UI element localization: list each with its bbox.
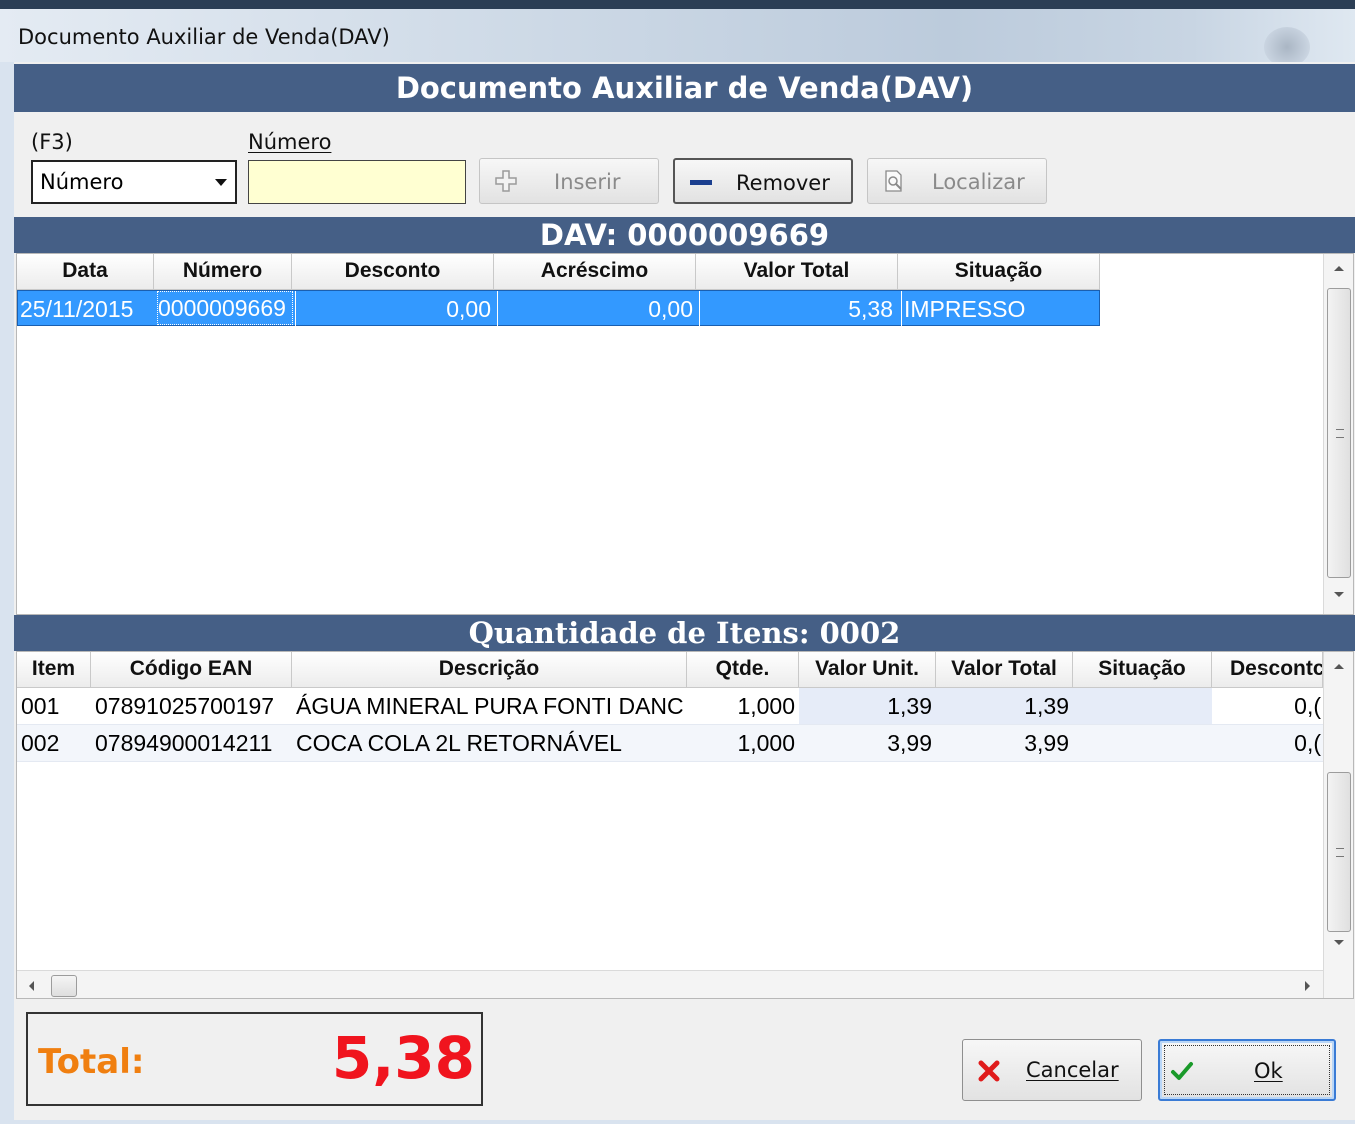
items-col-valor-unit[interactable]: Valor Unit. — [799, 652, 936, 688]
items-col-valor-total[interactable]: Valor Total — [936, 652, 1073, 688]
dav-cell-data: 25/11/2015 — [20, 296, 134, 322]
items-col-situacao[interactable]: Situação — [1073, 652, 1212, 688]
items-cell-situacao — [1073, 725, 1212, 761]
dav-col-valor-total[interactable]: Valor Total — [696, 254, 898, 290]
items-cell-item: 001 — [21, 693, 60, 719]
scroll-right-icon[interactable] — [1305, 981, 1310, 991]
cancel-label: Cancelar — [1026, 1058, 1119, 1082]
page-title: Documento Auxiliar de Venda(DAV) — [14, 64, 1355, 112]
numero-label: Número — [248, 130, 332, 154]
find-document-icon — [885, 170, 902, 192]
dav-cell-desconto: 0,00 — [295, 291, 495, 327]
dav-grid[interactable]: Data Número Desconto Acréscimo Valor Tot… — [16, 253, 1354, 615]
total-label: Total: — [38, 1042, 145, 1082]
items-cell-descricao: ÁGUA MINERAL PURA FONTI DANC — [296, 693, 684, 719]
scroll-down-icon[interactable] — [1334, 592, 1344, 597]
table-row[interactable]: 001 07891025700197 ÁGUA MINERAL PURA FON… — [17, 688, 1323, 725]
items-cell-item: 002 — [21, 730, 60, 756]
scroll-down-icon[interactable] — [1334, 940, 1344, 945]
window-title: Documento Auxiliar de Venda(DAV) — [18, 25, 390, 49]
dav-col-numero[interactable]: Número — [154, 254, 292, 290]
scroll-thumb[interactable] — [1327, 772, 1351, 932]
items-cell-valor-unit: 1,39 — [799, 688, 936, 724]
items-cell-ean: 07894900014211 — [95, 730, 273, 756]
search-field-select[interactable]: Número — [31, 160, 237, 204]
numero-input[interactable] — [248, 160, 466, 204]
dav-col-acrescimo[interactable]: Acréscimo — [494, 254, 696, 290]
dav-cell-valor-total: 5,38 — [699, 291, 897, 327]
minus-icon — [690, 180, 712, 185]
items-grid[interactable]: Item Código EAN Descrição Qtde. Valor Un… — [16, 651, 1354, 999]
dav-cell-situacao: IMPRESSO — [901, 291, 1099, 327]
titlebar-glow — [1264, 27, 1310, 67]
items-cell-valor-total: 3,99 — [1024, 730, 1069, 756]
search-field-selected: Número — [40, 170, 124, 194]
ok-button[interactable]: Ok — [1158, 1039, 1336, 1101]
items-cell-qtde: 1,000 — [737, 693, 795, 719]
dav-col-situacao[interactable]: Situação — [898, 254, 1100, 290]
localizar-label: Localizar — [932, 170, 1025, 194]
items-cell-ean: 07891025700197 — [95, 693, 275, 719]
items-col-descricao[interactable]: Descrição — [292, 652, 687, 688]
check-icon — [1171, 1062, 1193, 1080]
items-cell-descricao: COCA COLA 2L RETORNÁVEL — [296, 730, 622, 756]
table-row[interactable]: 002 07894900014211 COCA COLA 2L RETORNÁV… — [17, 725, 1323, 762]
items-col-qtde[interactable]: Qtde. — [687, 652, 799, 688]
items-col-ean[interactable]: Código EAN — [91, 652, 292, 688]
items-cell-valor-total: 1,39 — [936, 688, 1073, 724]
window-titlebar[interactable]: Documento Auxiliar de Venda(DAV) — [0, 0, 1355, 67]
scroll-thumb[interactable] — [1327, 288, 1351, 578]
ok-label: Ok — [1254, 1059, 1283, 1083]
dav-col-data[interactable]: Data — [17, 254, 154, 290]
items-horizontal-scrollbar[interactable] — [17, 970, 1323, 998]
total-panel: Total: 5,38 — [26, 1012, 483, 1106]
dav-cell-numero: 0000009669 — [157, 291, 293, 325]
items-cell-situacao — [1073, 688, 1212, 724]
f3-label: (F3) — [31, 130, 73, 154]
inserir-label: Inserir — [554, 170, 621, 194]
items-col-item[interactable]: Item — [17, 652, 91, 688]
items-col-desconto[interactable]: Descontc — [1212, 652, 1323, 688]
remover-button[interactable]: Remover — [673, 158, 853, 204]
items-cell-valor-unit: 3,99 — [887, 730, 932, 756]
window-client: Documento Auxiliar de Venda(DAV) (F3) Nú… — [14, 62, 1355, 1120]
remover-label: Remover — [736, 171, 830, 195]
scroll-left-icon[interactable] — [29, 981, 34, 991]
dav-number-banner: DAV: 0000009669 — [14, 217, 1355, 253]
cancel-button[interactable]: Cancelar — [962, 1039, 1142, 1101]
dav-vertical-scrollbar[interactable] — [1323, 254, 1353, 614]
inserir-button[interactable]: Inserir — [479, 158, 659, 204]
dav-col-desconto[interactable]: Desconto — [292, 254, 494, 290]
scroll-up-icon[interactable] — [1334, 664, 1344, 669]
items-cell-desconto: 0,( — [1294, 693, 1321, 719]
dav-window: Documento Auxiliar de Venda(DAV) Documen… — [0, 0, 1355, 1124]
localizar-button[interactable]: Localizar — [867, 158, 1047, 204]
total-value: 5,38 — [331, 1024, 475, 1092]
items-vertical-scrollbar[interactable] — [1323, 652, 1353, 998]
close-icon — [978, 1060, 1000, 1082]
plus-icon — [495, 170, 517, 192]
scroll-up-icon[interactable] — [1334, 266, 1344, 271]
items-count-banner: Quantidade de Itens: 0002 — [14, 615, 1355, 651]
chevron-down-icon[interactable] — [215, 179, 227, 186]
items-cell-qtde: 1,000 — [737, 730, 795, 756]
hscroll-thumb[interactable] — [51, 975, 77, 997]
dav-cell-acrescimo: 0,00 — [497, 291, 697, 327]
table-row[interactable]: 25/11/2015 0000009669 0,00 0,00 5,38 IMP… — [17, 290, 1100, 327]
items-cell-desconto: 0,( — [1294, 730, 1321, 756]
